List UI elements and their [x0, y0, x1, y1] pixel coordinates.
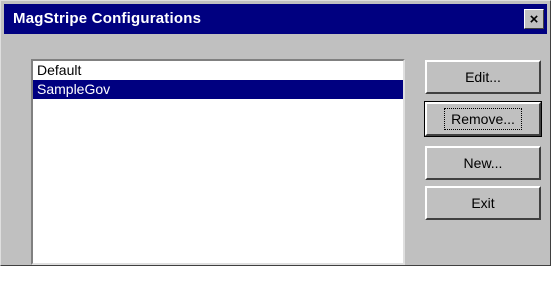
configurations-list[interactable]: Default SampleGov — [31, 59, 405, 265]
close-icon: × — [529, 10, 539, 28]
exit-button-label: Exit — [471, 195, 495, 211]
edit-button-label: Edit... — [465, 69, 501, 85]
new-button[interactable]: New... — [425, 146, 541, 180]
title-bar[interactable]: MagStripe Configurations × — [4, 4, 547, 34]
list-item-default[interactable]: Default — [33, 61, 403, 80]
dialog-title: MagStripe Configurations — [13, 10, 202, 27]
close-button[interactable]: × — [524, 9, 544, 29]
list-item-samplegov[interactable]: SampleGov — [33, 80, 403, 99]
edit-button[interactable]: Edit... — [425, 60, 541, 94]
magstripe-configurations-dialog: MagStripe Configurations × Default Sampl… — [0, 0, 551, 266]
remove-button-label: Remove... — [444, 108, 522, 130]
new-button-label: New... — [463, 155, 503, 171]
exit-button[interactable]: Exit — [425, 186, 541, 220]
remove-button[interactable]: Remove... — [424, 101, 542, 137]
